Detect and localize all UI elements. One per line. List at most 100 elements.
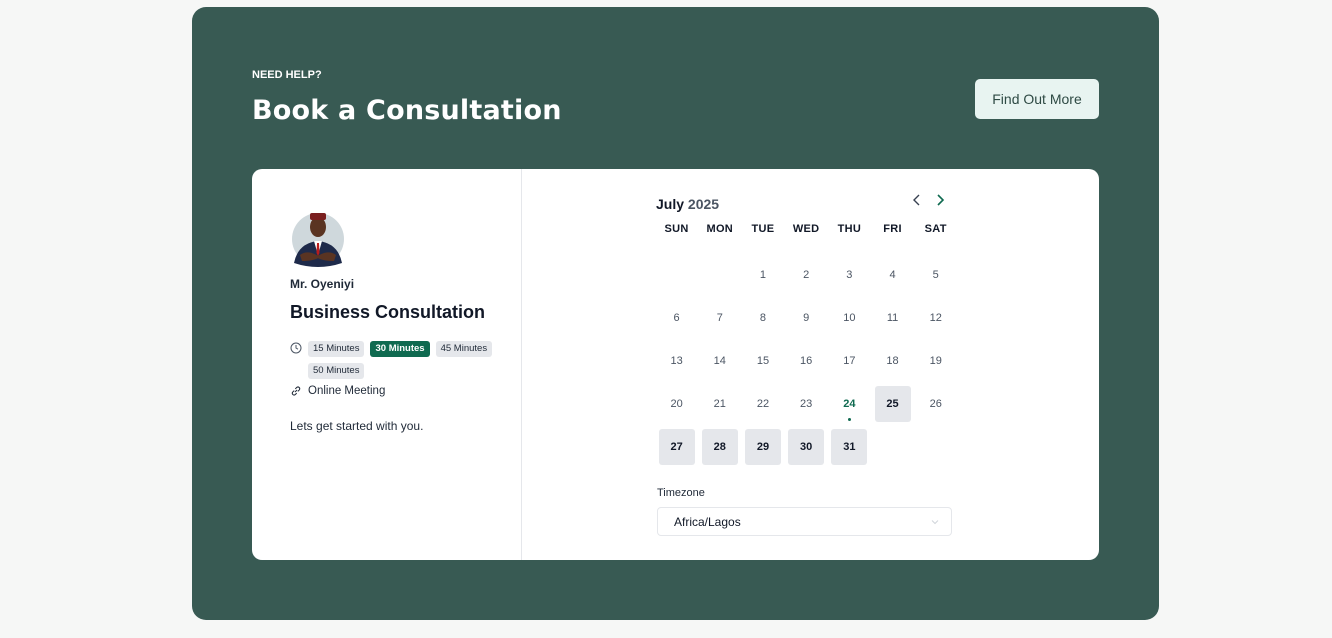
duration-chip[interactable]: 30 Minutes bbox=[370, 341, 430, 357]
calendar-day-available[interactable]: 25 bbox=[871, 382, 914, 425]
day-number: 17 bbox=[843, 354, 856, 367]
day-number: 7 bbox=[716, 311, 723, 324]
year-label: 2025 bbox=[687, 196, 720, 212]
calendar-day: 2 bbox=[785, 253, 828, 296]
day-number: 26 bbox=[929, 397, 942, 410]
location-row: Online Meeting bbox=[290, 385, 385, 397]
day-number: 24 bbox=[843, 397, 856, 410]
day-number: 1 bbox=[759, 268, 767, 281]
calendar-day: 5 bbox=[914, 253, 957, 296]
link-icon bbox=[291, 386, 301, 396]
duration-chip[interactable]: 15 Minutes bbox=[308, 341, 365, 357]
timezone-select[interactable]: Africa/Lagos bbox=[657, 507, 952, 536]
calendar-day: 14 bbox=[698, 339, 741, 382]
empty-cell bbox=[655, 253, 698, 296]
calendar-day: 26 bbox=[914, 382, 957, 425]
day-number: 4 bbox=[889, 268, 896, 281]
clock-icon bbox=[290, 342, 302, 354]
calendar-day: 19 bbox=[914, 339, 957, 382]
calendar-day-today: 24 bbox=[828, 382, 871, 425]
calendar-day: 18 bbox=[871, 339, 914, 382]
event-title: Business Consultation bbox=[290, 302, 486, 322]
calendar-section: July 2025 SUN MON TUE WED THU FRI SAT 12345678… bbox=[522, 169, 1099, 560]
day-number: 12 bbox=[929, 311, 942, 324]
calendar-day: 7 bbox=[698, 296, 741, 339]
host-name: Mr. Oyeniyi bbox=[290, 277, 355, 291]
calendar-day: 23 bbox=[785, 382, 828, 425]
location-label: Online Meeting bbox=[308, 385, 386, 397]
page-title: Book a Consultation bbox=[252, 95, 562, 126]
timezone-label: Timezone bbox=[657, 487, 705, 499]
calendar-day: 4 bbox=[871, 253, 914, 296]
duration-options: 15 Minutes 30 Minutes 45 Minutes 50 Minutes bbox=[290, 341, 500, 379]
weekday-label: THU bbox=[837, 223, 862, 235]
timezone-value: Africa/Lagos bbox=[674, 514, 741, 529]
weekday-header: SUN MON TUE WED THU FRI SAT bbox=[655, 223, 957, 239]
find-out-more-button[interactable]: Find Out More bbox=[975, 79, 1099, 119]
day-number: 23 bbox=[800, 397, 813, 410]
calendar-day: 8 bbox=[741, 296, 784, 339]
calendar-day: 3 bbox=[828, 253, 871, 296]
day-number: 13 bbox=[670, 354, 683, 367]
duration-chip[interactable]: 45 Minutes bbox=[435, 341, 493, 357]
calendar-day: 13 bbox=[655, 339, 698, 382]
weekday-label: SAT bbox=[924, 223, 947, 235]
calendar-day: 6 bbox=[655, 296, 698, 339]
calendar-day: 16 bbox=[785, 339, 828, 382]
calendar-day: 22 bbox=[741, 382, 784, 425]
day-number: 31 bbox=[831, 428, 868, 465]
duration-chips: 15 Minutes 30 Minutes 45 Minutes 50 Minutes bbox=[308, 341, 494, 379]
day-number: 6 bbox=[673, 311, 680, 324]
day-number: 18 bbox=[886, 354, 899, 367]
eyebrow-text: NEED HELP? bbox=[252, 69, 322, 81]
day-number: 16 bbox=[800, 354, 813, 367]
event-details: Mr. Oyeniyi Business Consultation 15 Min… bbox=[252, 169, 522, 560]
weekday-label: FRI bbox=[883, 223, 902, 235]
day-number: 29 bbox=[744, 428, 781, 465]
duration-chip[interactable]: 50 Minutes bbox=[308, 363, 365, 379]
calendar-day-available[interactable]: 29 bbox=[741, 425, 784, 468]
calendar-day: 12 bbox=[914, 296, 957, 339]
avatar bbox=[292, 213, 344, 267]
day-number: 14 bbox=[713, 354, 726, 367]
day-number: 2 bbox=[803, 268, 810, 281]
calendar-day-available[interactable]: 31 bbox=[828, 425, 871, 468]
day-number: 25 bbox=[874, 385, 911, 422]
month-year-heading: July 2025 bbox=[656, 196, 719, 212]
day-number: 20 bbox=[670, 397, 683, 410]
calendar-day: 15 bbox=[741, 339, 784, 382]
calendar-day: 21 bbox=[698, 382, 741, 425]
day-number: 9 bbox=[803, 311, 810, 324]
month-label: July bbox=[656, 196, 685, 212]
day-number: 28 bbox=[701, 428, 738, 465]
day-number: 15 bbox=[756, 354, 770, 367]
calendar-day-available[interactable]: 28 bbox=[698, 425, 741, 468]
chevron-down-icon bbox=[931, 520, 939, 525]
day-number: 8 bbox=[759, 311, 767, 324]
day-number: 5 bbox=[932, 268, 939, 281]
day-number: 3 bbox=[846, 268, 853, 281]
calendar-day: 17 bbox=[828, 339, 871, 382]
chevron-left-icon[interactable] bbox=[910, 193, 924, 207]
booking-card: Mr. Oyeniyi Business Consultation 15 Min… bbox=[252, 169, 1099, 560]
calendar-day-available[interactable]: 30 bbox=[785, 425, 828, 468]
calendar-day-available[interactable]: 27 bbox=[655, 425, 698, 468]
empty-cell bbox=[698, 253, 741, 296]
day-number: 10 bbox=[843, 311, 856, 324]
booking-panel: NEED HELP? Book a Consultation Find Out … bbox=[192, 7, 1159, 620]
day-number: 30 bbox=[788, 428, 825, 465]
calendar-day: 9 bbox=[785, 296, 828, 339]
calendar-day: 1 bbox=[741, 253, 784, 296]
calendar-day: 11 bbox=[871, 296, 914, 339]
weekday-label: SUN bbox=[664, 223, 689, 235]
chevron-right-icon[interactable] bbox=[933, 193, 947, 207]
day-number: 19 bbox=[929, 354, 942, 367]
date-grid: 1 2 3 4 5 6 7 8 9 10 11 12 13 14 15 16 17 18 19 20 21 22 23 24 2… bbox=[655, 253, 957, 468]
day-number: 21 bbox=[713, 397, 726, 410]
day-number: 27 bbox=[658, 428, 695, 465]
day-number: 11 bbox=[886, 311, 899, 324]
event-description: Lets get started with you. bbox=[290, 419, 424, 433]
calendar-day: 20 bbox=[655, 382, 698, 425]
weekday-label: MON bbox=[706, 223, 734, 235]
calendar-day: 10 bbox=[828, 296, 871, 339]
